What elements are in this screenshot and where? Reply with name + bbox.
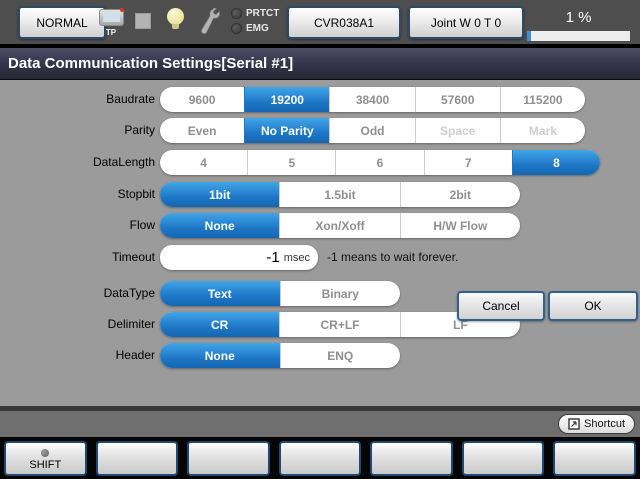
top-status-bar: NORMAL TP PRTCT EMG CVR038A1 Joint W 0 xyxy=(0,0,640,44)
speed-progress-fill xyxy=(527,31,531,41)
ok-button[interactable]: OK xyxy=(548,291,638,321)
flow-control: NoneXon/XoffH/W Flow xyxy=(160,213,520,238)
setting-label-datalength: DataLength xyxy=(0,150,155,175)
option-h-w-flow[interactable]: H/W Flow xyxy=(400,213,520,238)
baudrate-control: 9600192003840057600115200 xyxy=(160,87,585,112)
option-none[interactable]: None xyxy=(160,213,279,238)
settings-panel: Baudrate9600192003840057600115200ParityE… xyxy=(0,80,640,406)
tp-icon-label: TP xyxy=(98,28,124,37)
header-control: NoneENQ xyxy=(160,343,400,368)
fkey-shift[interactable]: SHIFT xyxy=(4,441,87,476)
datatype-control: TextBinary xyxy=(160,281,400,306)
prtct-led-icon xyxy=(231,8,242,19)
option-even[interactable]: Even xyxy=(160,118,244,143)
shortcut-bar: Shortcut xyxy=(0,411,640,437)
option-no-parity[interactable]: No Parity xyxy=(244,118,329,143)
mode-button[interactable]: NORMAL xyxy=(18,6,106,39)
option-space: Space xyxy=(415,118,500,143)
setting-row-flow: FlowNoneXon/XoffH/W Flow xyxy=(0,213,640,238)
fkey-blank[interactable] xyxy=(96,441,179,476)
setting-label-delimiter: Delimiter xyxy=(0,312,155,337)
setting-row-parity: ParityEvenNo ParityOddSpaceMark xyxy=(0,118,640,143)
option-19200[interactable]: 19200 xyxy=(244,87,329,112)
setting-label-flow: Flow xyxy=(0,213,155,238)
speed-progress-track xyxy=(527,31,630,41)
setting-label-baudrate: Baudrate xyxy=(0,87,155,112)
cancel-button[interactable]: Cancel xyxy=(457,291,545,321)
option-4[interactable]: 4 xyxy=(160,150,247,175)
fkey-blank[interactable] xyxy=(462,441,545,476)
option-1bit[interactable]: 1bit xyxy=(160,182,279,207)
option-115200[interactable]: 115200 xyxy=(500,87,585,112)
option-2bit[interactable]: 2bit xyxy=(400,182,520,207)
speed-percent-label: 1 % xyxy=(527,9,630,26)
fkey-blank[interactable] xyxy=(553,441,636,476)
shortcut-label: Shortcut xyxy=(584,418,625,430)
option-mark: Mark xyxy=(500,118,585,143)
fkey-label: SHIFT xyxy=(29,459,61,471)
setting-row-header: HeaderNoneENQ xyxy=(0,343,640,368)
teach-pendant-screen: NORMAL TP PRTCT EMG CVR038A1 Joint W 0 xyxy=(0,0,640,479)
setting-label-stopbit: Stopbit xyxy=(0,182,155,207)
function-key-bar: SHIFT xyxy=(0,437,640,479)
setting-row-datalength: DataLength45678 xyxy=(0,150,640,175)
lamp-icon xyxy=(167,8,184,29)
shortcut-button[interactable]: Shortcut xyxy=(558,414,635,434)
timeout-input[interactable]: -1 msec xyxy=(160,245,318,270)
setting-label-timeout: Timeout xyxy=(0,245,155,270)
coordinate-mode-button[interactable]: Joint W 0 T 0 xyxy=(408,6,524,39)
program-button[interactable]: CVR038A1 xyxy=(287,6,401,39)
option-text[interactable]: Text xyxy=(160,281,280,306)
speed-indicator: 1 % xyxy=(527,0,630,44)
option-binary[interactable]: Binary xyxy=(280,281,401,306)
setting-row-stopbit: Stopbit1bit1.5bit2bit xyxy=(0,182,640,207)
option-6[interactable]: 6 xyxy=(335,150,423,175)
setting-label-parity: Parity xyxy=(0,118,155,143)
option-7[interactable]: 7 xyxy=(424,150,512,175)
timeout-note: -1 means to wait forever. xyxy=(327,245,458,270)
setting-row-timeout: Timeout -1 msec -1 means to wait forever. xyxy=(0,245,640,270)
datalength-control: 45678 xyxy=(160,150,600,175)
option-enq[interactable]: ENQ xyxy=(280,343,401,368)
option-cr[interactable]: CR xyxy=(160,312,279,337)
fkey-blank[interactable] xyxy=(370,441,453,476)
dialog-title-bar: Data Communication Settings[Serial #1] xyxy=(0,48,640,80)
option-xon-xoff[interactable]: Xon/Xoff xyxy=(279,213,399,238)
option-9600[interactable]: 9600 xyxy=(160,87,244,112)
wrench-icon xyxy=(198,7,221,41)
option-1-5bit[interactable]: 1.5bit xyxy=(279,182,399,207)
option-57600[interactable]: 57600 xyxy=(415,87,500,112)
fkey-blank[interactable] xyxy=(187,441,270,476)
option-38400[interactable]: 38400 xyxy=(329,87,414,112)
page-title: Data Communication Settings[Serial #1] xyxy=(8,55,293,72)
setting-label-header: Header xyxy=(0,343,155,368)
emg-label: EMG xyxy=(246,23,269,34)
prtct-label: PRTCT xyxy=(246,8,279,19)
option-none[interactable]: None xyxy=(160,343,280,368)
timeout-unit-label: msec xyxy=(284,252,310,264)
tp-pendant-icon: TP xyxy=(98,9,124,37)
option-odd[interactable]: Odd xyxy=(329,118,414,143)
option-5[interactable]: 5 xyxy=(247,150,335,175)
stop-square-icon xyxy=(135,13,151,29)
fkey-blank[interactable] xyxy=(279,441,362,476)
shift-led-icon xyxy=(41,449,49,457)
safety-led-block: PRTCT EMG xyxy=(231,6,279,36)
emg-led-icon xyxy=(231,23,242,34)
timeout-value: -1 xyxy=(266,249,279,266)
option-8[interactable]: 8 xyxy=(512,150,600,175)
option-cr-lf[interactable]: CR+LF xyxy=(279,312,399,337)
setting-label-datatype: DataType xyxy=(0,281,155,306)
setting-row-baudrate: Baudrate9600192003840057600115200 xyxy=(0,87,640,112)
parity-control: EvenNo ParityOddSpaceMark xyxy=(160,118,585,143)
stopbit-control: 1bit1.5bit2bit xyxy=(160,182,520,207)
external-link-icon xyxy=(568,418,580,430)
